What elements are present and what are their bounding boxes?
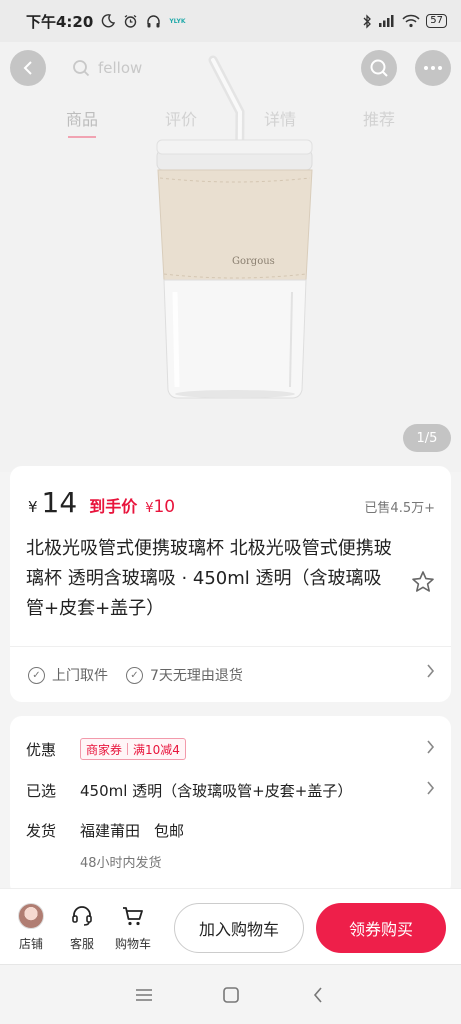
shop-avatar (18, 903, 44, 929)
service-return: ✓ 7天无理由退货 (126, 665, 243, 685)
currency-symbol: ¥ (28, 498, 38, 516)
selected-variant: 450ml 透明（含玻璃吸管+皮套+盖子） (80, 782, 353, 800)
chevron-right-icon (426, 739, 435, 760)
price-row: ¥ 14 到手价 ¥ 10 已售4.5万+ (28, 486, 435, 519)
app-notification-badge: YLYK (169, 17, 186, 25)
search-icon (370, 59, 388, 77)
back-button[interactable] (10, 50, 46, 86)
headset-icon (69, 903, 95, 929)
customer-service-button[interactable]: 客服 (59, 903, 105, 952)
chevron-left-icon (23, 61, 32, 75)
shop-button[interactable]: 店铺 (8, 903, 54, 952)
price: 14 (41, 486, 78, 519)
star-icon (412, 571, 434, 592)
coupon-value: 满10减4 (133, 742, 180, 757)
moon-icon (101, 14, 116, 28)
search-button[interactable] (361, 50, 397, 86)
search-placeholder: fellow (98, 59, 143, 77)
coupon-type: 商家券 (86, 742, 123, 757)
service-row[interactable]: ✓ 上门取件 ✓ 7天无理由退货 (10, 646, 451, 702)
wifi-icon (402, 14, 420, 28)
buy-with-coupon-button[interactable]: 领券购买 (316, 903, 446, 953)
favorite-button[interactable] (411, 570, 435, 594)
check-circle-icon: ✓ (126, 666, 143, 684)
battery-indicator: 57 (426, 14, 447, 28)
menu-icon (135, 988, 152, 1001)
cart-icon (120, 903, 146, 929)
selected-variant-row[interactable]: 已选 450ml 透明（含玻璃吸管+皮套+盖子） (26, 780, 435, 801)
image-counter: 1/5 (403, 424, 451, 452)
customer-service-label: 客服 (69, 937, 94, 951)
home-button[interactable] (219, 983, 243, 1007)
discount-label: 优惠 (26, 740, 57, 759)
search-bar[interactable]: fellow (58, 50, 349, 86)
sleeve-brand-text: Gorgous (232, 256, 275, 267)
menu-button[interactable] (132, 983, 156, 1007)
final-price-label: 到手价 (89, 497, 138, 516)
tab-product[interactable]: 商品 (60, 106, 104, 138)
add-to-cart-button[interactable]: 加入购物车 (174, 903, 304, 953)
shipping-label: 发货 (26, 822, 57, 840)
search-icon (73, 60, 90, 77)
bottom-action-bar: 店铺 客服 购物车 加入购物车 领券购买 (0, 888, 461, 964)
tab-details[interactable]: 详情 (258, 106, 302, 138)
chevron-left-icon (313, 986, 322, 1003)
service-pickup: ✓ 上门取件 (28, 665, 108, 685)
tab-recommend[interactable]: 推荐 (357, 106, 401, 138)
system-back-button[interactable] (306, 983, 330, 1007)
more-button[interactable] (415, 50, 451, 86)
free-shipping: 包邮 (154, 822, 185, 840)
discount-row[interactable]: 优惠 商家券 满10减4 (26, 738, 435, 760)
service-return-label: 7天无理由退货 (150, 668, 243, 684)
signal-icon (378, 14, 396, 28)
service-pickup-label: 上门取件 (52, 668, 108, 684)
bluetooth-icon (362, 13, 372, 29)
cart-button[interactable]: 购物车 (110, 903, 156, 952)
final-price: 10 (153, 497, 176, 517)
shop-label: 店铺 (18, 937, 43, 951)
coupon-badge: 商家券 满10减4 (80, 738, 186, 760)
section-tabs: 商品 评价 详情 推荐 (60, 106, 401, 138)
cart-label: 购物车 (114, 937, 151, 951)
alarm-icon (123, 14, 138, 29)
chevron-right-icon (426, 663, 435, 684)
chevron-right-icon (426, 780, 435, 801)
system-navigation-bar (0, 964, 461, 1024)
shipping-origin: 福建莆田 (80, 822, 141, 840)
check-circle-icon: ✓ (28, 666, 45, 684)
shipping-row: 发货 福建莆田 包邮 (26, 820, 435, 841)
product-gallery[interactable]: Gorgous fellow 商品 评价 详情 推荐 1/5 (0, 42, 461, 472)
tab-reviews[interactable]: 评价 (159, 106, 203, 138)
headphones-icon (146, 14, 161, 29)
more-icon (424, 66, 442, 70)
home-square-icon (222, 986, 239, 1003)
status-bar: 下午4:20 YLYK 57 (0, 0, 461, 42)
selected-label: 已选 (26, 782, 57, 800)
product-info-card: ¥ 14 到手价 ¥ 10 已售4.5万+ 北极光吸管式便携玻璃杯 北极光吸管式… (10, 466, 451, 646)
shipping-time: 48小时内发货 (80, 856, 162, 871)
status-time: 下午4:20 (26, 12, 94, 31)
product-title: 北极光吸管式便携玻璃杯 北极光吸管式便携玻璃杯 透明含玻璃吸 · 450ml 透… (26, 538, 392, 619)
sold-count: 已售4.5万+ (364, 501, 435, 516)
final-currency-symbol: ¥ (145, 501, 154, 516)
purchase-details-card: 优惠 商家券 满10减4 已选 450ml 透明（含玻璃吸管+皮套+盖子） 发货… (10, 716, 451, 896)
